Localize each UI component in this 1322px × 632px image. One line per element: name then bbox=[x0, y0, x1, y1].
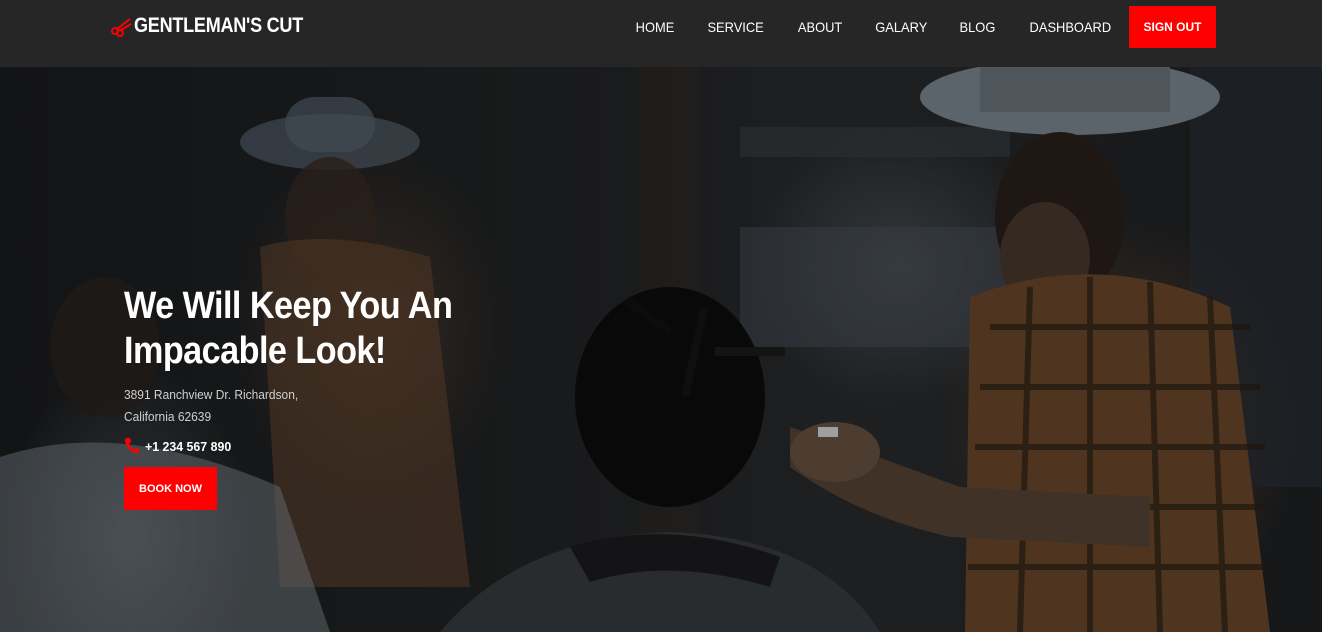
hero-title-line2: Impacable Look! bbox=[124, 330, 386, 372]
phone-number: +1 234 567 890 bbox=[145, 438, 232, 454]
nav-home[interactable]: HOME bbox=[636, 19, 675, 35]
hero-title: We Will Keep You An Impacable Look! bbox=[124, 284, 502, 374]
top-navbar: GENTLEMAN'S CUT HOME SERVICE ABOUT GALAR… bbox=[0, 0, 1322, 67]
hero-content: We Will Keep You An Impacable Look! 3891… bbox=[124, 284, 544, 510]
nav-service[interactable]: SERVICE bbox=[708, 19, 764, 35]
address-line2: California 62639 bbox=[124, 409, 212, 424]
sign-out-button[interactable]: SIGN OUT bbox=[1129, 6, 1216, 48]
main-nav: HOME SERVICE ABOUT GALARY BLOG DASHBOARD… bbox=[634, 6, 1216, 48]
nav-about[interactable]: ABOUT bbox=[798, 19, 842, 35]
scissors-icon bbox=[111, 18, 132, 37]
brand-logo-link[interactable]: GENTLEMAN'S CUT bbox=[110, 14, 331, 38]
nav-blog[interactable]: BLOG bbox=[960, 19, 996, 35]
hero-section: We Will Keep You An Impacable Look! 3891… bbox=[0, 67, 1322, 632]
address-line1: 3891 Ranchview Dr. Richardson, bbox=[124, 387, 299, 402]
phone-contact[interactable]: +1 234 567 890 bbox=[124, 437, 544, 455]
nav-galary[interactable]: GALARY bbox=[875, 19, 927, 35]
address: 3891 Ranchview Dr. Richardson, Californi… bbox=[124, 384, 510, 428]
phone-icon bbox=[125, 438, 139, 454]
nav-dashboard[interactable]: DASHBOARD bbox=[1030, 19, 1112, 35]
brand-name: GENTLEMAN'S CUT bbox=[134, 14, 303, 37]
book-now-button[interactable]: BOOK NOW bbox=[124, 467, 217, 510]
hero-title-line1: We Will Keep You An bbox=[124, 285, 453, 327]
